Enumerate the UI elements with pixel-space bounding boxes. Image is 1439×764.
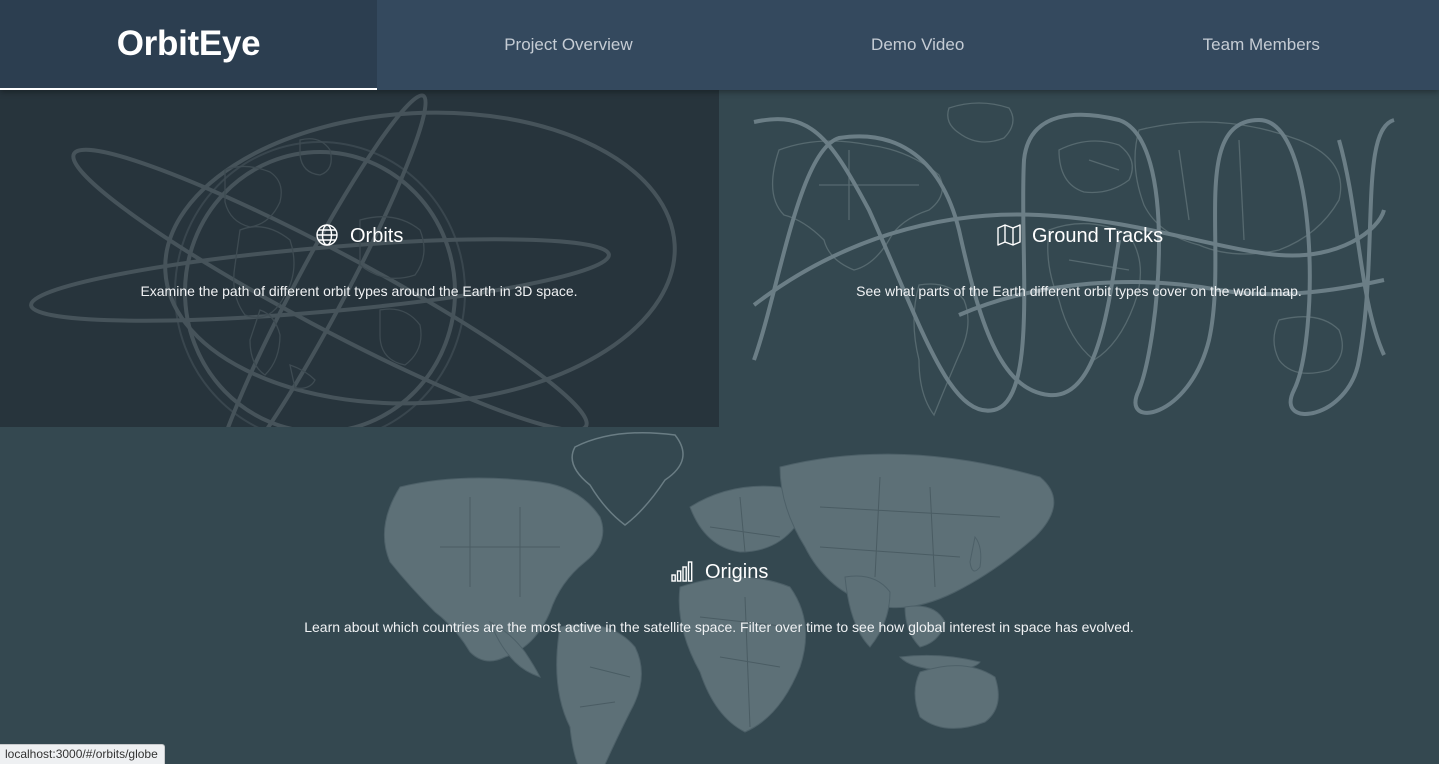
nav-demo-video[interactable]: Demo Video [871, 35, 964, 55]
orbits-globe-illustration [29, 93, 677, 427]
origins-title: Origins [670, 559, 768, 585]
globe-icon [315, 223, 341, 249]
status-bar-url: localhost:3000/#/orbits/globe [0, 744, 165, 764]
nav-team-members[interactable]: Team Members [1203, 35, 1320, 55]
origins-world-map-illustration [383, 431, 1055, 764]
top-navbar: OrbitEye Project Overview Demo Video Tea… [0, 0, 1439, 90]
orbits-title-text: Orbits [350, 224, 404, 247]
brand-logo[interactable]: OrbitEye [0, 0, 377, 90]
ground-tracks-title: Ground Tracks [997, 223, 1163, 249]
ground-tracks-description: See what parts of the Earth different or… [856, 283, 1302, 299]
origins-title-text: Origins [705, 560, 769, 583]
origins-description: Learn about which countries are the most… [304, 619, 1134, 635]
nav-project-overview[interactable]: Project Overview [504, 35, 632, 55]
orbits-title: Orbits [315, 223, 403, 249]
origins-card[interactable]: Origins Learn about which countries are … [0, 427, 1439, 764]
ground-tracks-card[interactable]: Ground Tracks See what parts of the Eart… [719, 90, 1439, 427]
orbits-card[interactable]: Orbits Examine the path of different orb… [0, 90, 719, 427]
orbits-description: Examine the path of different orbit type… [140, 283, 578, 299]
main-nav: Project Overview Demo Video Team Members [377, 0, 1439, 90]
ground-tracks-map-illustration [752, 102, 1395, 417]
map-icon [997, 223, 1023, 249]
ground-tracks-title-text: Ground Tracks [1032, 224, 1164, 247]
bar-chart-icon [670, 559, 696, 585]
